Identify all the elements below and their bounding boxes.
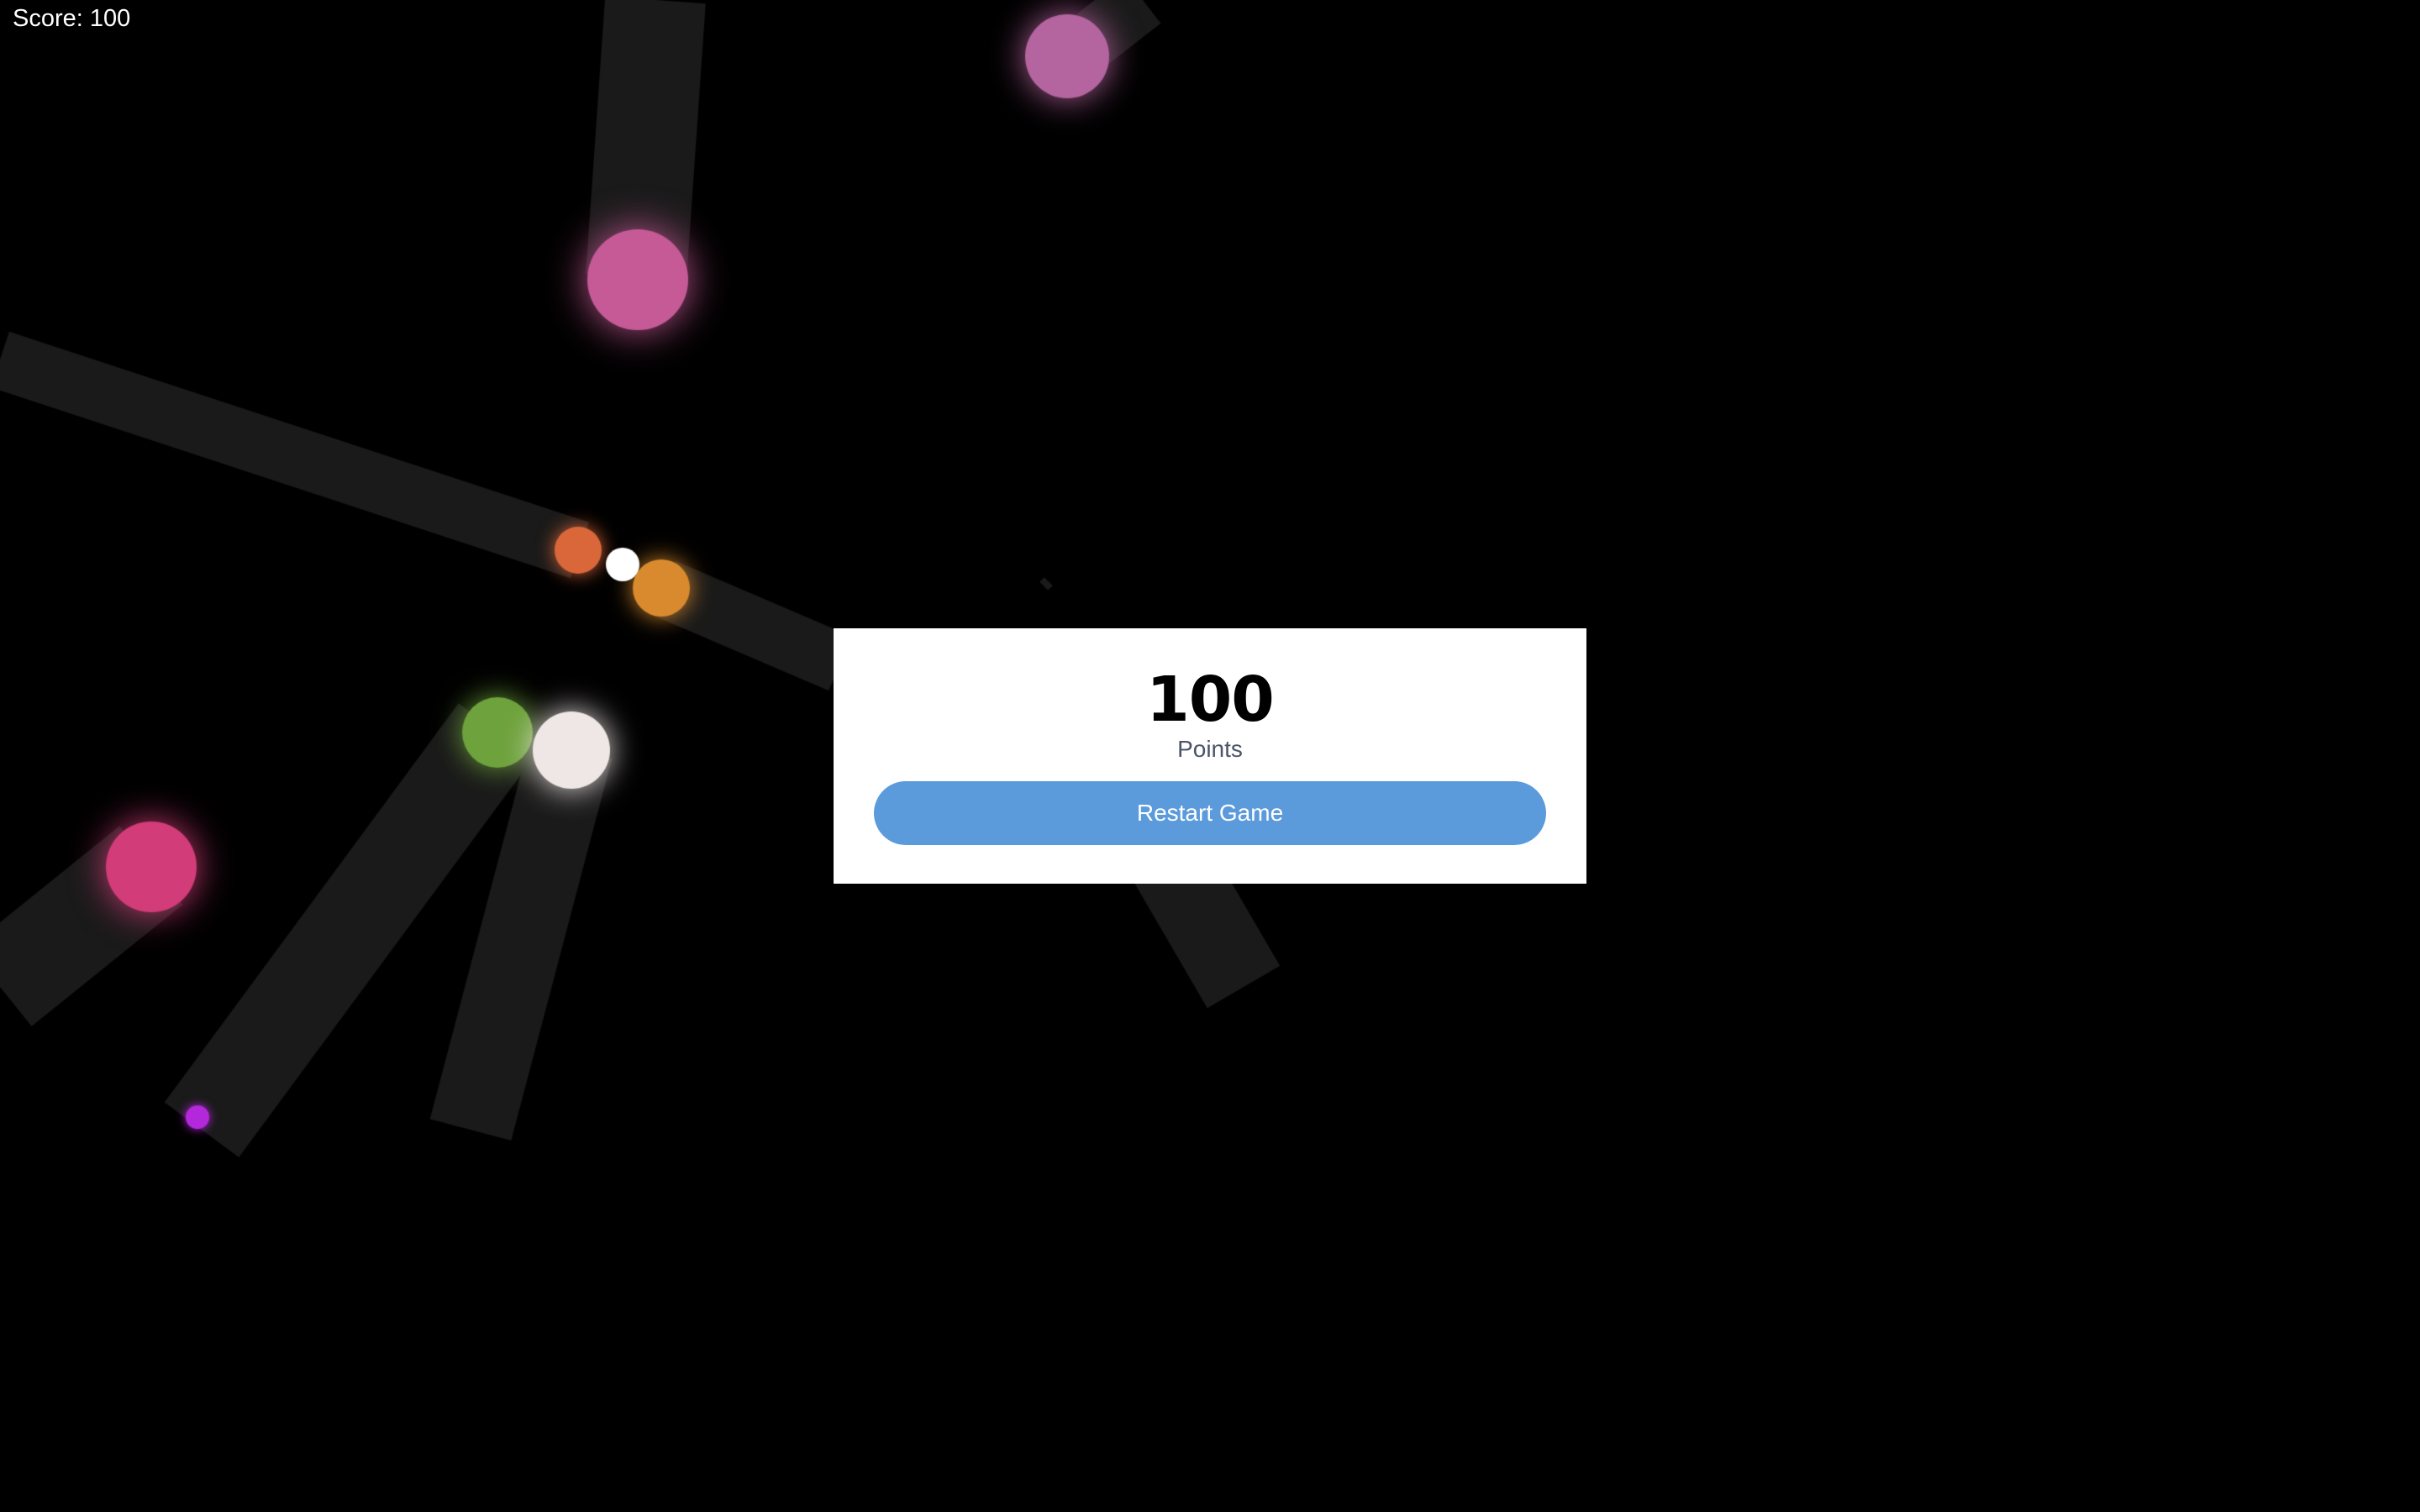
score-display: Score: 100 (13, 5, 131, 32)
game-over-modal: 100 Points Restart Game (834, 628, 1586, 884)
restart-game-button[interactable]: Restart Game (874, 781, 1546, 845)
final-score: 100 (1146, 664, 1274, 736)
score-caption: Points (1177, 736, 1243, 762)
